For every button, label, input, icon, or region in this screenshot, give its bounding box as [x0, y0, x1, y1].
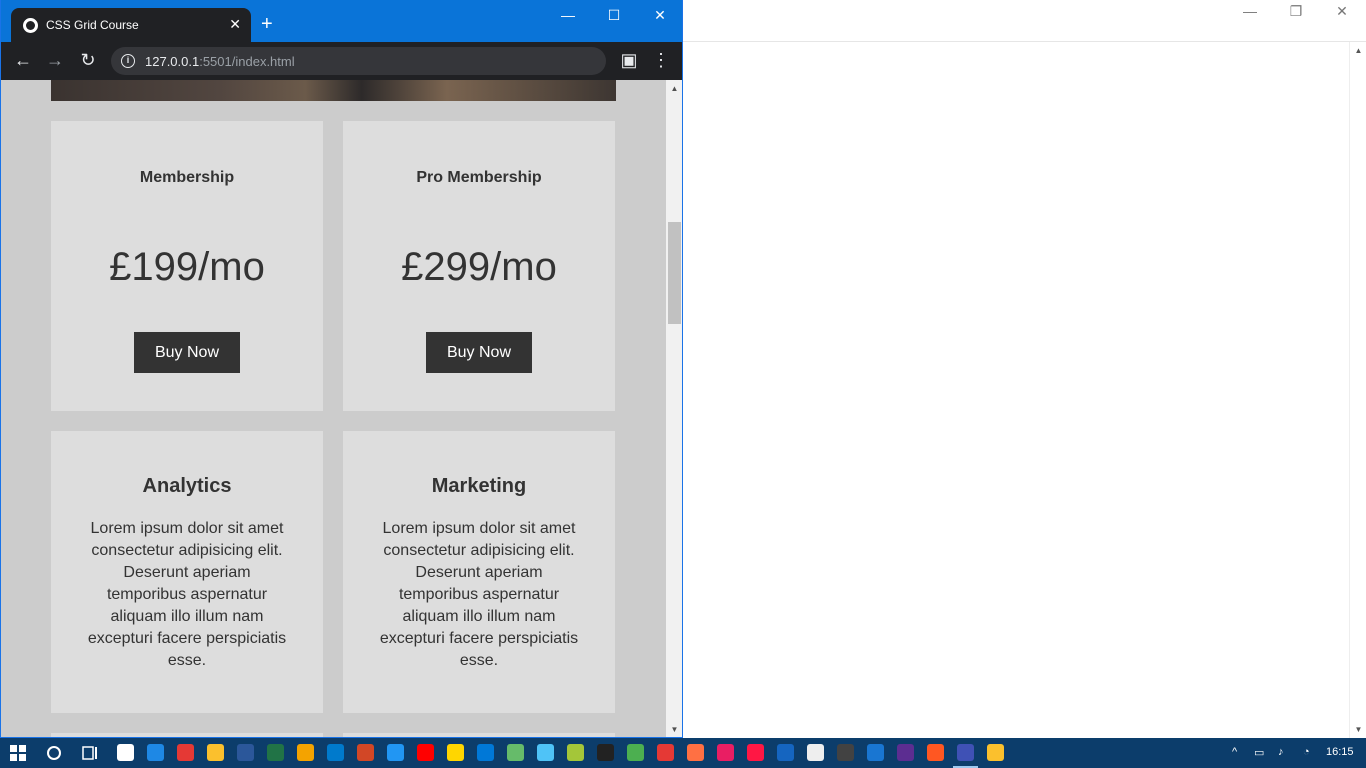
- pricing-card-membership: Membership £199/mo Buy Now: [51, 121, 323, 411]
- reload-icon[interactable]: ↻: [76, 50, 100, 70]
- taskbar-app-icon[interactable]: [207, 744, 224, 761]
- maximize-button[interactable]: ☐: [591, 4, 637, 26]
- taskbar-app-icon[interactable]: [953, 744, 978, 768]
- pricing-price: £299/mo: [401, 245, 557, 289]
- taskbar-app-icon[interactable]: [447, 744, 464, 761]
- show-hidden-icons-icon[interactable]: ^: [1232, 746, 1237, 758]
- taskbar-app-icon[interactable]: [777, 744, 794, 761]
- profile-icon[interactable]: ▣: [617, 50, 641, 70]
- scroll-up-arrow-icon[interactable]: ▲: [666, 80, 682, 97]
- feature-title: Analytics: [142, 475, 232, 497]
- taskbar-app-icon[interactable]: [387, 744, 404, 761]
- minimize-button[interactable]: —: [545, 4, 591, 26]
- taskbar-app-icon[interactable]: [537, 744, 554, 761]
- pricing-price: £199/mo: [109, 245, 265, 289]
- close-window-button[interactable]: ✕: [637, 4, 682, 26]
- page-scrollbar[interactable]: ▲ ▼: [666, 80, 682, 737]
- url-host: 127.0.0.1: [145, 53, 200, 69]
- tab-close-icon[interactable]: ✕: [229, 16, 241, 33]
- close-button[interactable]: ✕: [1319, 0, 1365, 22]
- pricing-card-pro-membership: Pro Membership £299/mo Buy Now: [343, 121, 615, 411]
- taskbar-app-icon[interactable]: [687, 744, 704, 761]
- back-arrow-icon[interactable]: ←: [11, 50, 35, 70]
- url-path: :5501/index.html: [199, 53, 295, 69]
- pricing-title: Membership: [139, 169, 235, 186]
- tab-strip: CSS Grid Course ✕ + — ☐ ✕: [1, 0, 682, 42]
- scroll-down-arrow-icon[interactable]: ▼: [666, 721, 682, 737]
- taskbar-app-icon[interactable]: [867, 744, 884, 761]
- taskbar-app-icon[interactable]: [837, 744, 854, 761]
- buy-now-button[interactable]: Buy Now: [134, 332, 240, 373]
- taskbar-app-icon[interactable]: [747, 744, 764, 761]
- page-viewport: Membership £199/mo Buy Now Pro Membershi…: [1, 80, 666, 737]
- address-bar[interactable]: i 127.0.0.1:5501/index.html: [111, 47, 606, 75]
- new-tab-button[interactable]: +: [261, 14, 273, 34]
- taskbar-app-icon[interactable]: [297, 744, 314, 761]
- taskbar-app-icon[interactable]: [987, 744, 1004, 761]
- taskbar-app-icon[interactable]: [627, 744, 644, 761]
- browser-tab[interactable]: CSS Grid Course ✕: [11, 8, 251, 42]
- taskbar-app-icon[interactable]: [897, 744, 914, 761]
- taskbar-app-icon[interactable]: [327, 744, 344, 761]
- wifi-icon[interactable]: ◔: [1303, 746, 1310, 758]
- blank-window: — ❐ ✕ ▲ ▼: [683, 0, 1366, 738]
- hero-image: [51, 80, 616, 101]
- taskbar-app-icon[interactable]: [177, 744, 194, 761]
- forward-arrow-icon[interactable]: →: [43, 50, 67, 70]
- blank-window-titlebar: — ❐ ✕: [683, 0, 1366, 42]
- taskbar-app-icon[interactable]: [477, 744, 494, 761]
- taskbar-app-icon[interactable]: [117, 744, 134, 761]
- taskbar: ^ ▭ ♪ ◔ 16:15: [0, 738, 1366, 768]
- feature-card-analytics: Analytics Lorem ipsum dolor sit amet con…: [51, 431, 323, 713]
- buy-now-button[interactable]: Buy Now: [426, 332, 532, 373]
- feature-text: Lorem ipsum dolor sit amet consectetur a…: [87, 520, 287, 669]
- windows-start-icon[interactable]: [8, 743, 28, 763]
- scroll-thumb[interactable]: [668, 222, 681, 324]
- tab-title: CSS Grid Course: [46, 18, 139, 32]
- taskbar-app-icon[interactable]: [567, 744, 584, 761]
- blank-window-scrollbar[interactable]: ▲ ▼: [1349, 42, 1366, 738]
- taskbar-app-icon[interactable]: [597, 744, 614, 761]
- taskbar-app-icon[interactable]: [717, 744, 734, 761]
- taskbar-app-icon[interactable]: [807, 744, 824, 761]
- feature-card-marketing: Marketing Lorem ipsum dolor sit amet con…: [343, 431, 615, 713]
- feature-text: Lorem ipsum dolor sit amet consectetur a…: [379, 520, 579, 669]
- browser-toolbar: ← → ↻ i 127.0.0.1:5501/index.html ▣ ⋮: [1, 42, 682, 80]
- browser-window: CSS Grid Course ✕ + — ☐ ✕ ← → ↻ i 127.0.…: [0, 0, 683, 738]
- info-icon[interactable]: i: [121, 54, 135, 68]
- taskbar-app-icon[interactable]: [357, 744, 374, 761]
- restore-button[interactable]: ❐: [1273, 0, 1319, 22]
- feature-title: Marketing: [431, 475, 527, 497]
- minimize-button[interactable]: —: [1227, 0, 1273, 22]
- taskbar-app-icon[interactable]: [507, 744, 524, 761]
- scroll-up-arrow-icon[interactable]: ▲: [1350, 42, 1366, 59]
- pricing-title: Pro Membership: [416, 169, 542, 186]
- clock[interactable]: 16:15: [1326, 746, 1354, 758]
- taskbar-app-icon[interactable]: [147, 744, 164, 761]
- taskbar-app-icon[interactable]: [417, 744, 434, 761]
- more-menu-icon[interactable]: ⋮: [649, 50, 673, 70]
- task-view-icon[interactable]: [80, 743, 100, 763]
- volume-icon[interactable]: ♪: [1278, 746, 1284, 758]
- cortana-icon[interactable]: [44, 743, 64, 763]
- battery-icon: ▭: [1254, 747, 1265, 759]
- scroll-down-arrow-icon[interactable]: ▼: [1350, 721, 1366, 738]
- desktop: — ❐ ✕ ▲ ▼ CSS Grid Course ✕ + — ☐ ✕ ← → …: [0, 0, 1366, 768]
- taskbar-app-icon[interactable]: [267, 744, 284, 761]
- globe-icon: [23, 17, 38, 33]
- taskbar-app-icon[interactable]: [657, 744, 674, 761]
- taskbar-app-icon[interactable]: [237, 744, 254, 761]
- taskbar-app-icon[interactable]: [927, 744, 944, 761]
